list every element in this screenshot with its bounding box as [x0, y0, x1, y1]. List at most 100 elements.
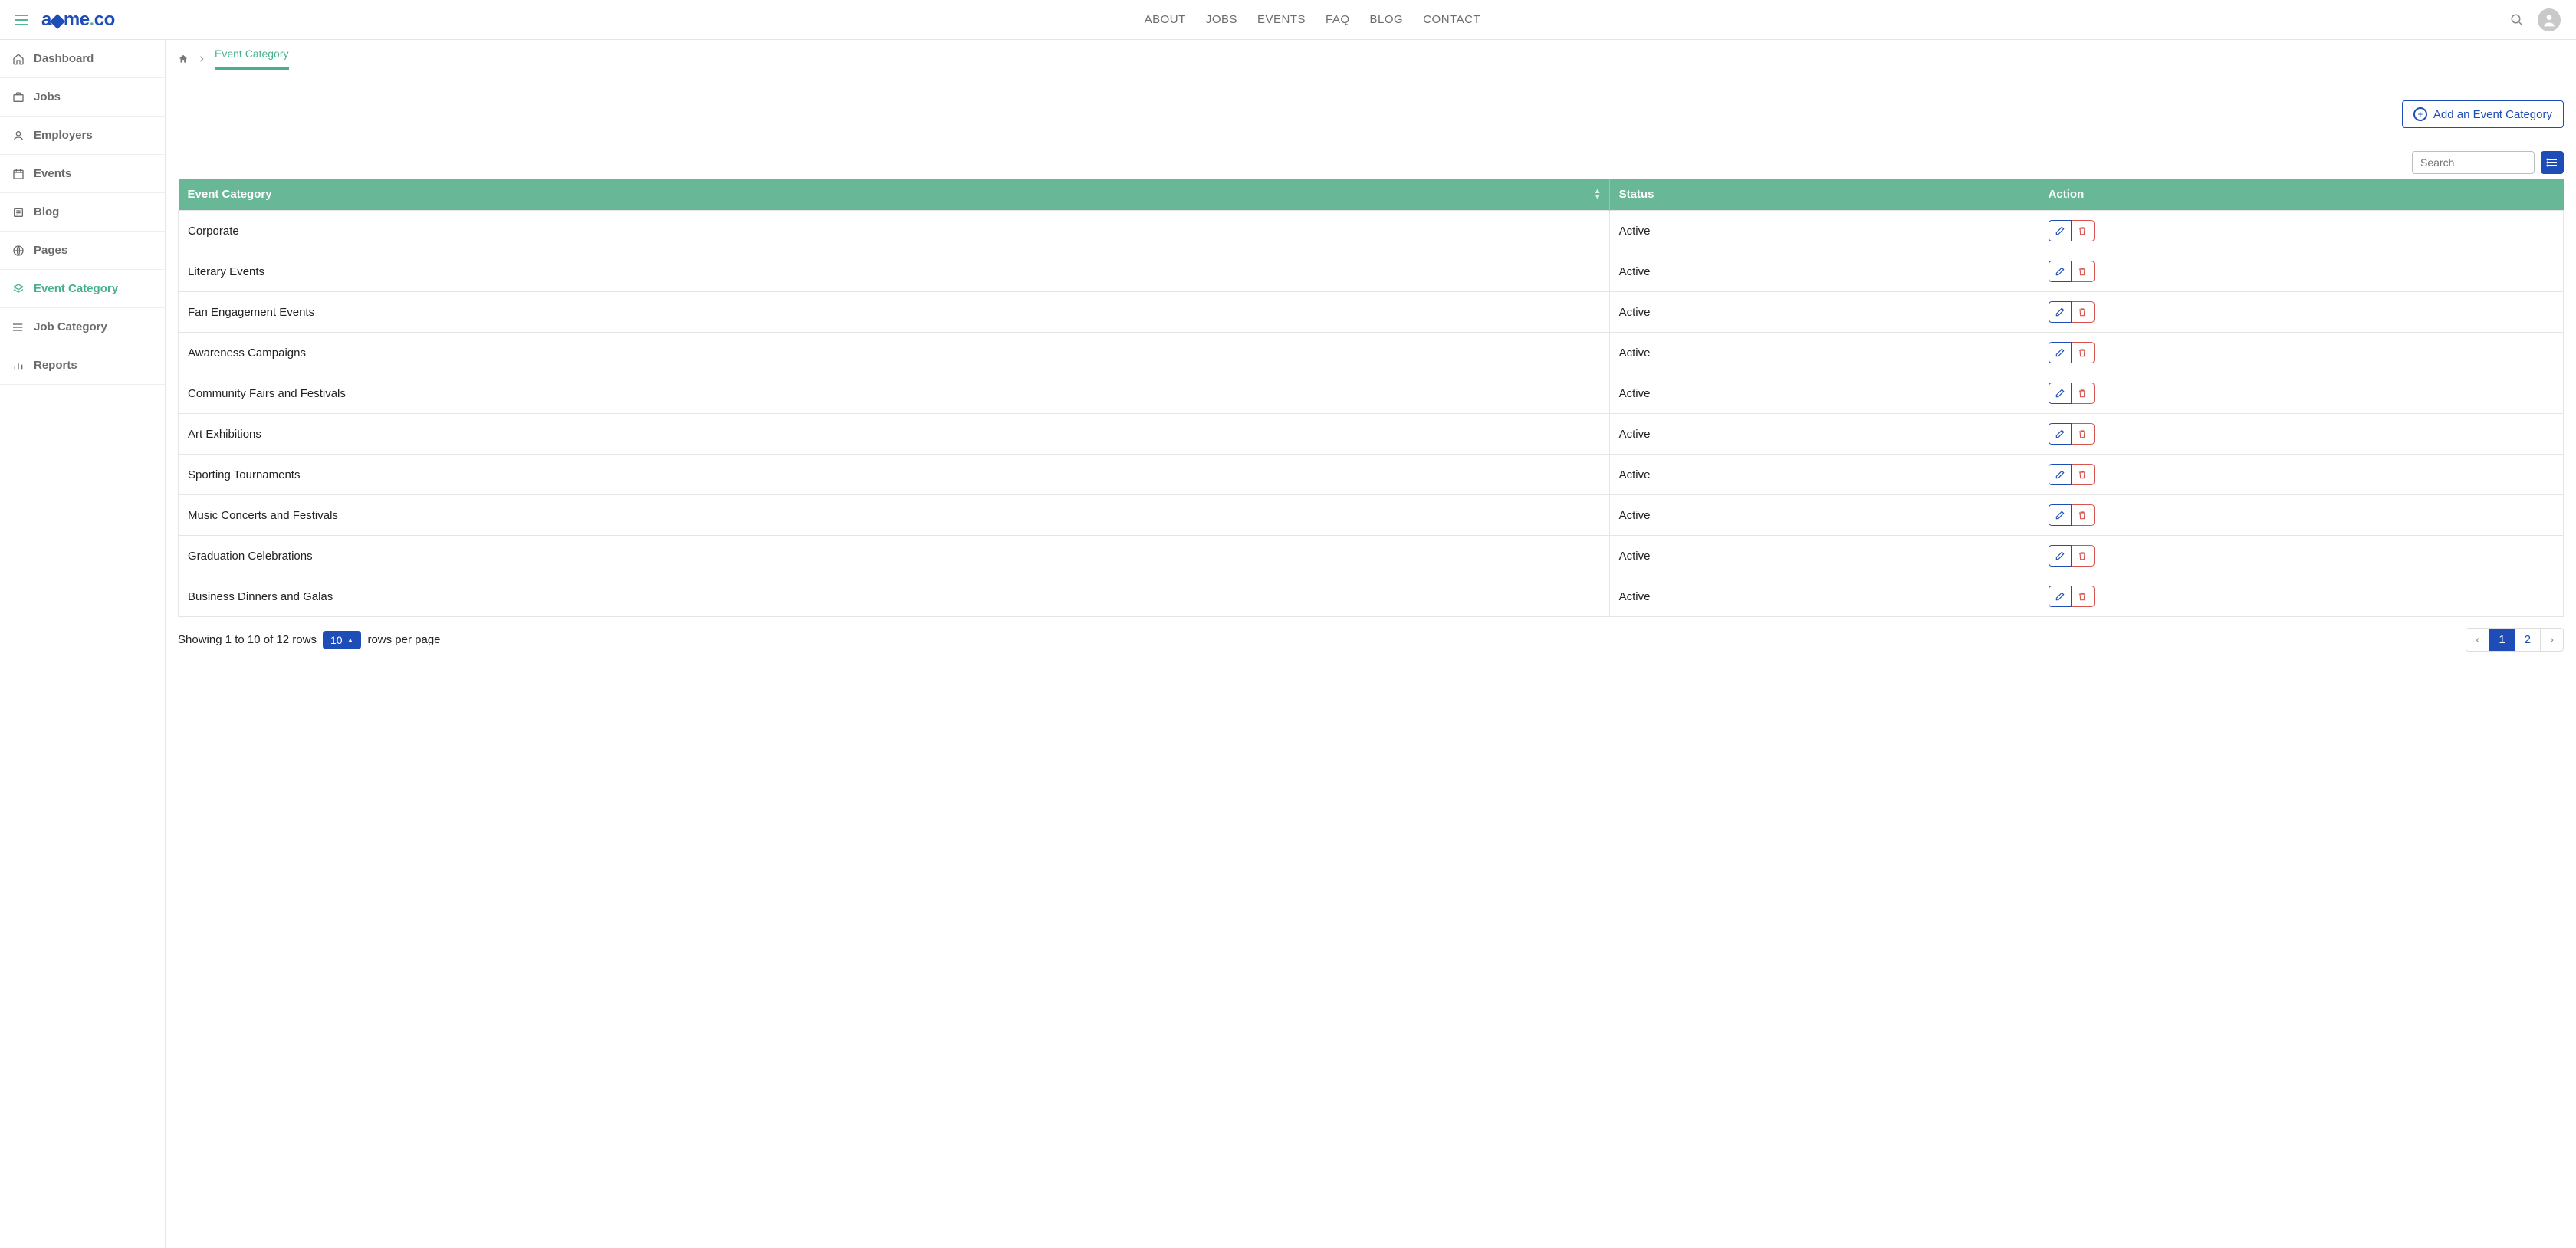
sidebar-item-label: Events: [34, 167, 71, 180]
sidebar-item-employers[interactable]: Employers: [0, 117, 165, 155]
sidebar-item-label: Blog: [34, 205, 59, 218]
home-icon[interactable]: [178, 54, 189, 64]
topnav-blog[interactable]: BLOG: [1370, 13, 1404, 26]
breadcrumb: Event Category: [166, 40, 2576, 70]
table-row: Art ExhibitionsActive: [179, 414, 2564, 455]
sidebar-item-label: Reports: [34, 359, 77, 372]
cell-name: Awareness Campaigns: [179, 333, 1610, 373]
col-event-category[interactable]: Event Category ▲▼: [179, 179, 1610, 211]
delete-button[interactable]: [2072, 545, 2095, 567]
cell-action: [2039, 333, 2563, 373]
add-event-category-button[interactable]: + Add an Event Category: [2402, 100, 2564, 128]
table-row: Community Fairs and FestivalsActive: [179, 373, 2564, 414]
sidebar-item-event-category[interactable]: Event Category: [0, 270, 165, 308]
event-category-table: Event Category ▲▼ Status Action Corporat…: [178, 179, 2564, 617]
employers-icon: [12, 130, 25, 142]
delete-button[interactable]: [2072, 383, 2095, 404]
topnav-faq[interactable]: FAQ: [1326, 13, 1350, 26]
cell-status: Active: [1609, 292, 2039, 333]
cell-name: Business Dinners and Galas: [179, 576, 1610, 617]
delete-button[interactable]: [2072, 464, 2095, 485]
columns-toggle-button[interactable]: [2541, 151, 2564, 174]
cell-action: [2039, 373, 2563, 414]
cell-status: Active: [1609, 251, 2039, 292]
sidebar-item-label: Jobs: [34, 90, 61, 103]
edit-button[interactable]: [2049, 383, 2072, 404]
page-1[interactable]: 1: [2489, 629, 2515, 651]
delete-button[interactable]: [2072, 261, 2095, 282]
sidebar-item-job-category[interactable]: Job Category: [0, 308, 165, 346]
cell-status: Active: [1609, 211, 2039, 251]
table-body: CorporateActiveLiterary EventsActiveFan …: [179, 211, 2564, 617]
col-status[interactable]: Status: [1609, 179, 2039, 211]
delete-button[interactable]: [2072, 586, 2095, 607]
table-row: Music Concerts and FestivalsActive: [179, 495, 2564, 536]
topnav-contact[interactable]: CONTACT: [1423, 13, 1480, 26]
cell-status: Active: [1609, 576, 2039, 617]
delete-button[interactable]: [2072, 423, 2095, 445]
cell-status: Active: [1609, 455, 2039, 495]
sidebar-item-label: Dashboard: [34, 52, 94, 65]
pagination-info-prefix: Showing 1 to 10 of 12 rows: [178, 633, 317, 646]
cell-status: Active: [1609, 414, 2039, 455]
sidebar-item-label: Job Category: [34, 320, 107, 333]
edit-button[interactable]: [2049, 545, 2072, 567]
edit-button[interactable]: [2049, 261, 2072, 282]
cell-action: [2039, 536, 2563, 576]
delete-button[interactable]: [2072, 504, 2095, 526]
cell-action: [2039, 251, 2563, 292]
cell-status: Active: [1609, 536, 2039, 576]
logo[interactable]: ame.co: [41, 9, 115, 31]
topnav-events[interactable]: EVENTS: [1257, 13, 1306, 26]
sidebar-item-pages[interactable]: Pages: [0, 232, 165, 270]
sidebar-item-blog[interactable]: Blog: [0, 193, 165, 232]
sidebar-item-reports[interactable]: Reports: [0, 346, 165, 385]
edit-button[interactable]: [2049, 464, 2072, 485]
delete-button[interactable]: [2072, 220, 2095, 241]
pagination-info-suffix: rows per page: [367, 633, 440, 646]
caret-up-icon: ▲: [347, 636, 354, 644]
cell-status: Active: [1609, 373, 2039, 414]
edit-button[interactable]: [2049, 586, 2072, 607]
sidebar-item-label: Pages: [34, 244, 67, 257]
chevron-right-icon: [198, 55, 205, 63]
edit-button[interactable]: [2049, 423, 2072, 445]
table-row: Sporting TournamentsActive: [179, 455, 2564, 495]
search-icon[interactable]: [2510, 13, 2524, 27]
search-input[interactable]: [2412, 151, 2535, 174]
hamburger-icon[interactable]: [15, 15, 28, 25]
cell-name: Community Fairs and Festivals: [179, 373, 1610, 414]
pagination: ‹12›: [2466, 628, 2564, 652]
page-next[interactable]: ›: [2541, 629, 2563, 651]
jobs-icon: [12, 91, 25, 103]
edit-button[interactable]: [2049, 504, 2072, 526]
breadcrumb-current[interactable]: Event Category: [215, 48, 289, 70]
avatar[interactable]: [2538, 8, 2561, 31]
sidebar-item-jobs[interactable]: Jobs: [0, 78, 165, 117]
table-row: CorporateActive: [179, 211, 2564, 251]
delete-button[interactable]: [2072, 342, 2095, 363]
topnav-about[interactable]: ABOUT: [1145, 13, 1186, 26]
sidebar-item-events[interactable]: Events: [0, 155, 165, 193]
cell-status: Active: [1609, 333, 2039, 373]
cell-action: [2039, 211, 2563, 251]
page-2[interactable]: 2: [2515, 629, 2541, 651]
sidebar: Dashboard Jobs Employers Events Blog Pages Eve…: [0, 40, 166, 1248]
blog-icon: [12, 206, 25, 218]
page-prev[interactable]: ‹: [2466, 629, 2489, 651]
sidebar-item-dashboard[interactable]: Dashboard: [0, 40, 165, 78]
event-category-icon: [12, 283, 25, 295]
delete-button[interactable]: [2072, 301, 2095, 323]
topnav-jobs[interactable]: JOBS: [1206, 13, 1237, 26]
edit-button[interactable]: [2049, 342, 2072, 363]
reports-icon: [12, 360, 25, 372]
cell-name: Fan Engagement Events: [179, 292, 1610, 333]
page-size-select[interactable]: 10 ▲: [323, 631, 362, 649]
edit-button[interactable]: [2049, 301, 2072, 323]
table-row: Awareness CampaignsActive: [179, 333, 2564, 373]
cell-name: Sporting Tournaments: [179, 455, 1610, 495]
cell-name: Graduation Celebrations: [179, 536, 1610, 576]
edit-button[interactable]: [2049, 220, 2072, 241]
sort-icon: ▲▼: [1594, 189, 1602, 201]
table-row: Business Dinners and GalasActive: [179, 576, 2564, 617]
